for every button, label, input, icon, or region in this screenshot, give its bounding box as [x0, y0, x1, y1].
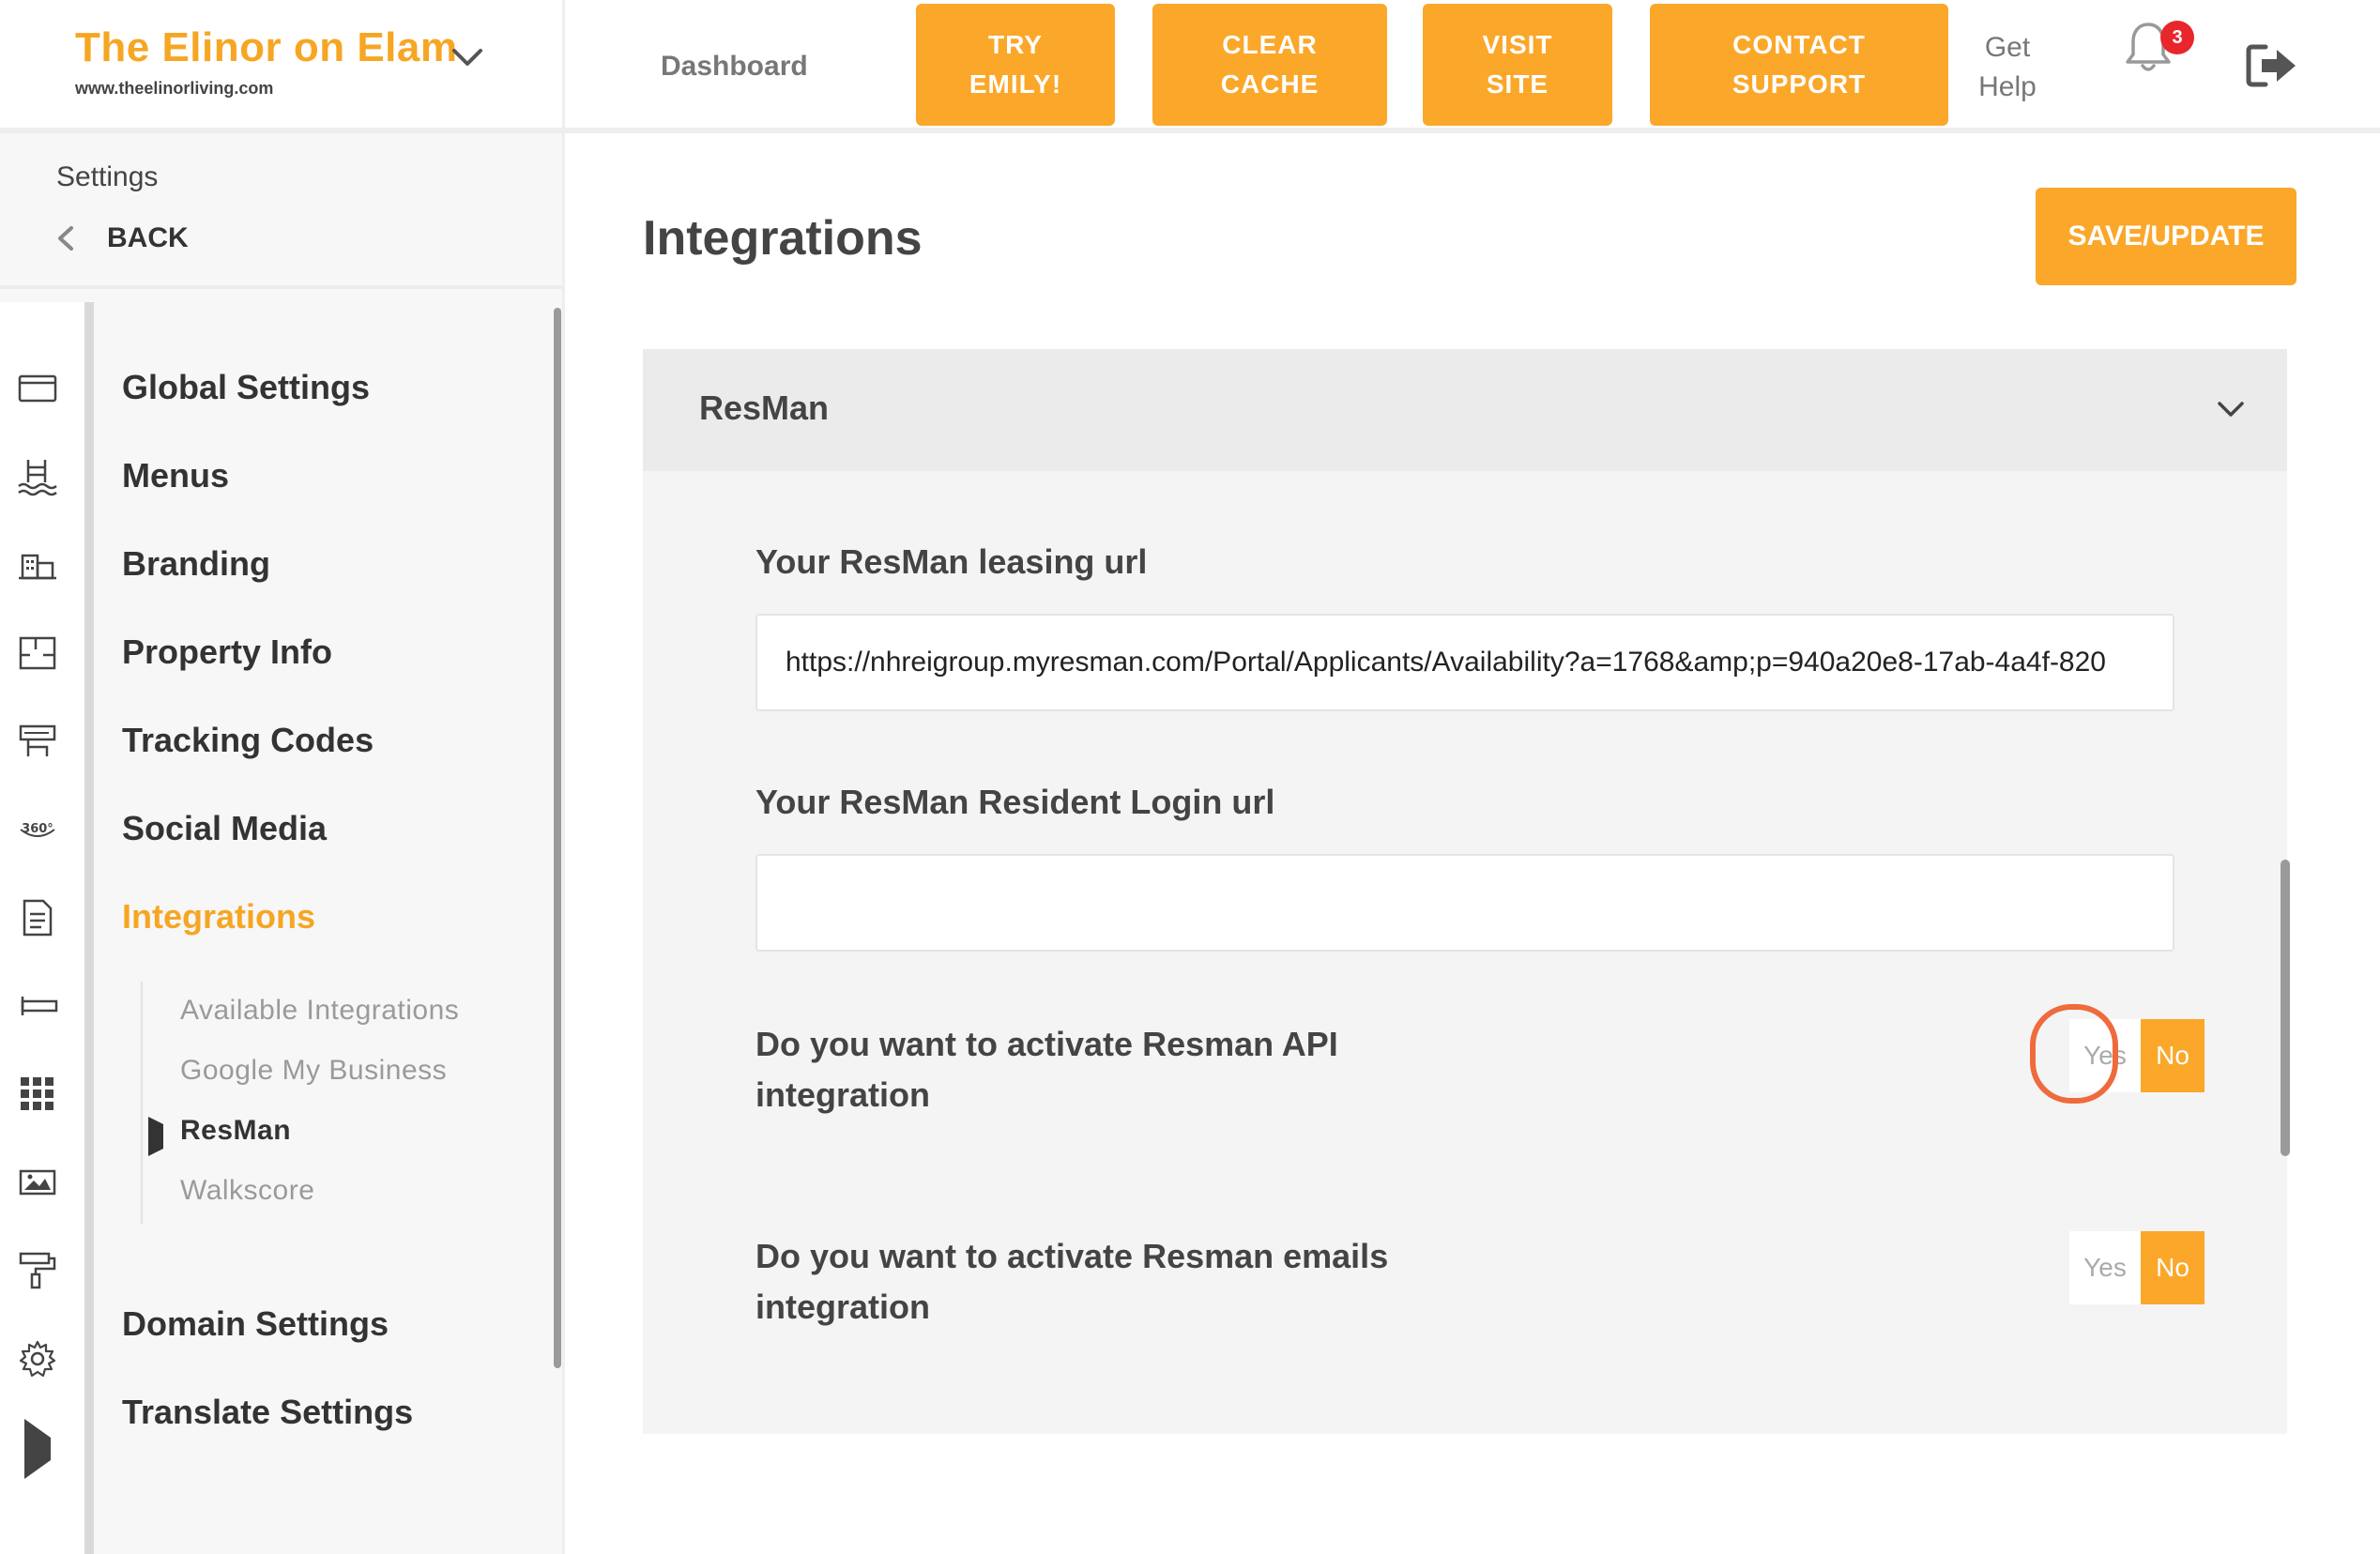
page-title: Integrations — [643, 211, 923, 266]
resident-login-url-label: Your ResMan Resident Login url — [755, 783, 1275, 821]
back-button[interactable]: BACK — [53, 218, 189, 259]
highlight-annotation — [2030, 1004, 2118, 1104]
emails-no-option[interactable]: No — [2141, 1231, 2205, 1304]
leasing-url-label: Your ResMan leasing url — [755, 542, 1148, 581]
floorplan-icon[interactable] — [15, 631, 60, 676]
api-integration-question: Do you want to activate Resman API integ… — [755, 1025, 1338, 1114]
top-bar: The Elinor on Elam www.theelinorliving.c… — [0, 0, 2380, 133]
sidebar-item-menus[interactable]: Menus — [122, 456, 229, 495]
pool-icon[interactable] — [15, 454, 60, 499]
visit-site-label: VISIT SITE — [1482, 30, 1553, 99]
contact-support-button[interactable]: CONTACT SUPPORT — [1650, 4, 1948, 126]
buildings-icon[interactable] — [15, 542, 60, 587]
subitem-google-my-business[interactable]: Google My Business — [180, 1055, 447, 1087]
emails-yes-option[interactable]: Yes — [2069, 1231, 2141, 1304]
settings-sidebar: Settings BACK 360° Global Settings Menus… — [0, 133, 565, 1554]
amenities-icon[interactable] — [15, 983, 60, 1028]
emails-integration-question: Do you want to activate Resman emails in… — [755, 1237, 1389, 1326]
sidebar-item-tracking-codes[interactable]: Tracking Codes — [122, 721, 374, 760]
main-scrollbar[interactable] — [2281, 860, 2290, 1156]
clear-cache-button[interactable]: CLEAR CACHE — [1152, 4, 1387, 126]
icon-rail: 360° — [0, 302, 94, 1554]
subitem-resman[interactable]: ResMan — [180, 1115, 291, 1147]
sidebar-item-translate-settings[interactable]: Translate Settings — [122, 1393, 413, 1432]
visit-site-button[interactable]: VISIT SITE — [1423, 4, 1612, 126]
property-url: www.theelinorliving.com — [75, 79, 274, 98]
sidebar-item-domain-settings[interactable]: Domain Settings — [122, 1304, 389, 1344]
sidebar-item-branding[interactable]: Branding — [122, 544, 270, 584]
gear-icon[interactable] — [15, 1336, 60, 1381]
panel-title: ResMan — [699, 388, 830, 427]
chevron-down-icon[interactable] — [2212, 390, 2250, 428]
sidebar-section-title: Settings — [56, 161, 159, 192]
notification-badge: 3 — [2160, 21, 2194, 54]
360-view-icon[interactable]: 360° — [15, 807, 60, 852]
document-icon[interactable] — [15, 895, 60, 940]
chevron-left-icon — [58, 226, 73, 251]
try-emily-label: TRY EMILY! — [969, 30, 1062, 99]
subitem-walkscore[interactable]: Walkscore — [180, 1175, 314, 1207]
back-label: BACK — [107, 222, 189, 253]
subitem-available-integrations[interactable]: Available Integrations — [180, 995, 459, 1027]
api-no-option[interactable]: No — [2141, 1019, 2205, 1092]
gallery-icon[interactable] — [15, 1160, 60, 1205]
resident-login-url-input[interactable] — [755, 854, 2174, 952]
property-name[interactable]: The Elinor on Elam — [75, 24, 458, 71]
submenu-divider — [141, 982, 143, 1224]
resman-panel-header[interactable]: ResMan — [643, 349, 2287, 471]
grid-icon[interactable] — [15, 1072, 60, 1117]
sidebar-header: Settings BACK — [0, 133, 562, 289]
clear-cache-label: CLEAR CACHE — [1220, 30, 1320, 99]
leasing-url-input[interactable]: https://nhreigroup.myresman.com/Portal/A… — [755, 614, 2174, 711]
tracking-icon[interactable] — [15, 719, 60, 764]
main-content: Integrations SAVE/UPDATE ResMan Your Res… — [568, 139, 2380, 1554]
sidebar-item-property-info[interactable]: Property Info — [122, 632, 332, 672]
dashboard-link[interactable]: Dashboard — [661, 51, 808, 83]
sidebar-scrollbar[interactable] — [554, 308, 561, 1368]
current-marker-icon — [148, 1117, 163, 1156]
save-update-button[interactable]: SAVE/UPDATE — [2036, 188, 2296, 285]
play-marker-icon[interactable] — [15, 1415, 60, 1483]
sidebar-item-integrations[interactable]: Integrations — [122, 897, 315, 937]
contact-support-label: CONTACT SUPPORT — [1732, 30, 1867, 99]
paint-roller-icon[interactable] — [15, 1248, 60, 1293]
browser-window-icon[interactable] — [15, 366, 60, 411]
property-switcher[interactable]: The Elinor on Elam www.theelinorliving.c… — [0, 0, 565, 133]
get-help-link[interactable]: Get Help — [1965, 28, 2050, 107]
sidebar-item-social-media[interactable]: Social Media — [122, 809, 327, 848]
try-emily-button[interactable]: TRY EMILY! — [916, 4, 1115, 126]
resman-panel: ResMan Your ResMan leasing url https://n… — [643, 349, 2287, 1434]
chevron-down-icon[interactable] — [449, 38, 486, 75]
emails-integration-toggle[interactable]: Yes No — [2069, 1231, 2205, 1304]
sidebar-item-global-settings[interactable]: Global Settings — [122, 368, 370, 407]
logout-icon[interactable] — [2245, 41, 2299, 90]
